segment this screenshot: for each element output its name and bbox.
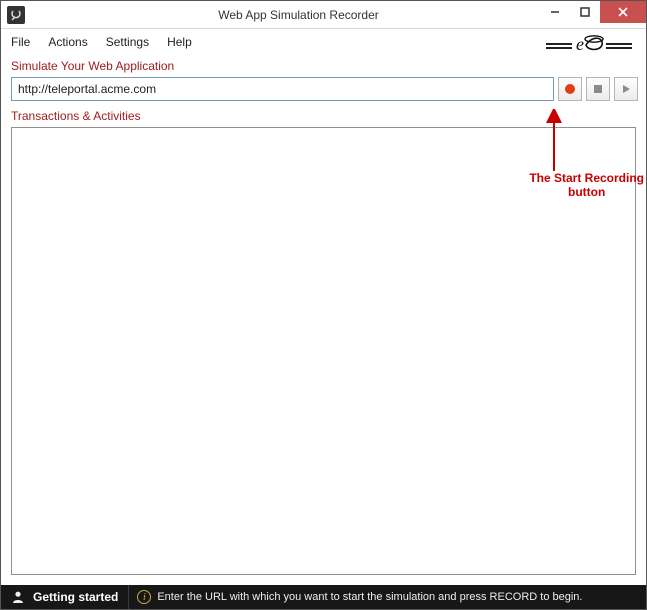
status-left-text: Getting started xyxy=(33,590,118,604)
status-right-text: Enter the URL with which you want to sta… xyxy=(157,591,582,603)
url-input[interactable] xyxy=(11,77,554,101)
menu-file[interactable]: File xyxy=(11,35,30,49)
person-icon xyxy=(11,590,25,604)
app-icon xyxy=(7,6,25,24)
status-left: Getting started xyxy=(1,590,128,604)
menu-settings[interactable]: Settings xyxy=(106,35,149,49)
window-title: Web App Simulation Recorder xyxy=(31,8,566,22)
record-button[interactable] xyxy=(558,77,582,101)
url-row xyxy=(1,77,646,107)
statusbar: Getting started i Enter the URL with whi… xyxy=(1,585,646,609)
play-button[interactable] xyxy=(614,77,638,101)
menu-actions[interactable]: Actions xyxy=(48,35,87,49)
status-right: i Enter the URL with which you want to s… xyxy=(128,585,646,609)
transactions-panel xyxy=(11,127,636,575)
transactions-section-label: Transactions & Activities xyxy=(1,107,646,127)
info-icon: i xyxy=(137,590,151,604)
minimize-button[interactable] xyxy=(540,1,570,23)
close-button[interactable] xyxy=(600,1,646,23)
titlebar: Web App Simulation Recorder xyxy=(1,1,646,29)
svg-text:e: e xyxy=(576,34,584,54)
window-controls xyxy=(540,1,646,23)
transactions-panel-wrap: The Start Recording button xyxy=(1,127,646,585)
menu-help[interactable]: Help xyxy=(167,35,192,49)
maximize-button[interactable] xyxy=(570,1,600,23)
stop-button[interactable] xyxy=(586,77,610,101)
simulate-section-label: Simulate Your Web Application xyxy=(1,57,646,77)
brand-logo: e xyxy=(546,31,632,60)
menubar: File Actions Settings Help e xyxy=(1,29,646,57)
